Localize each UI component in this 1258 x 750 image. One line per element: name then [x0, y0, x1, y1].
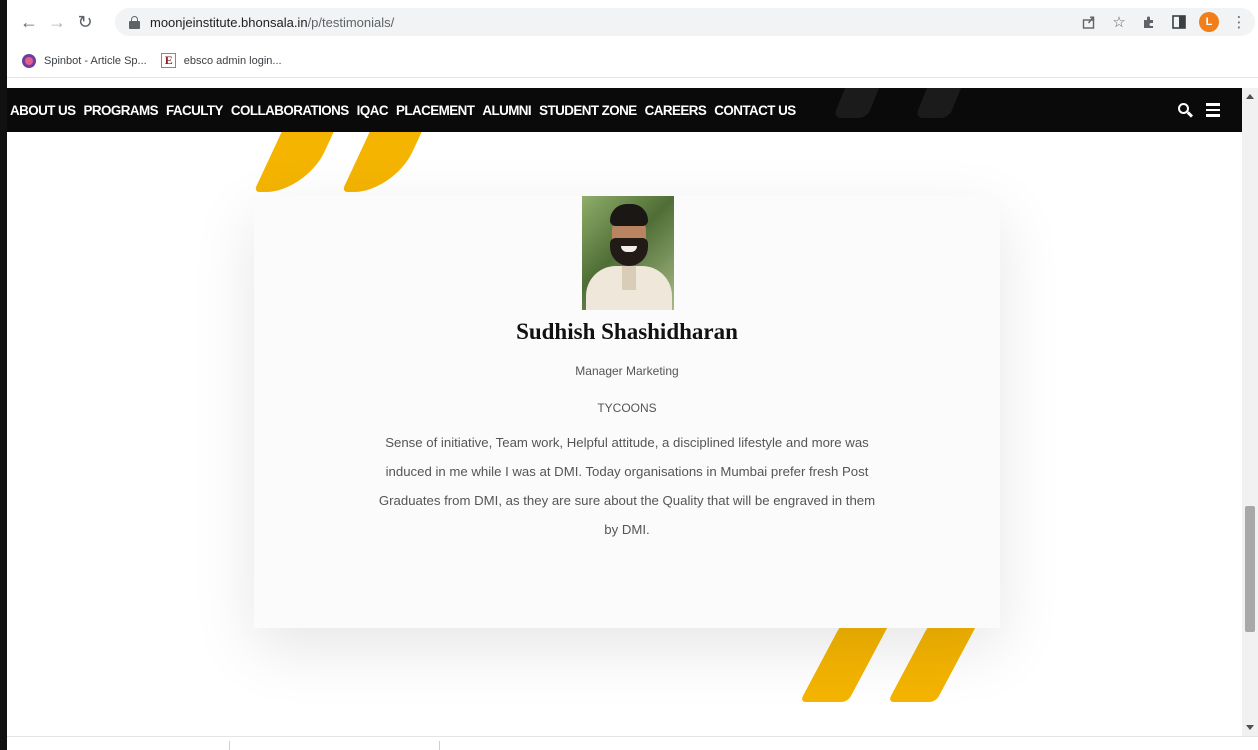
- person-name: Sudhish Shashidharan: [516, 319, 738, 344]
- nav-item-programs[interactable]: PROGRAMS: [84, 103, 159, 118]
- scrollbar-thumb[interactable]: [1245, 506, 1255, 632]
- url-path: /p/testimonials/: [307, 14, 395, 30]
- nav-item-student-zone[interactable]: STUDENT ZONE: [539, 103, 637, 118]
- bookmark-spinbot[interactable]: Spinbot - Article Sp...: [21, 53, 147, 69]
- testimonial-quote: Sense of initiative, Team work, Helpful …: [378, 435, 876, 537]
- person-role: Manager Marketing: [575, 364, 679, 378]
- ebsco-favicon-icon: E: [161, 53, 177, 69]
- divider: [229, 741, 230, 750]
- nav-item-collaborations[interactable]: COLLABORATIONS: [231, 103, 349, 118]
- decor-quote-shape: [914, 88, 970, 118]
- profile-initial: L: [1199, 12, 1219, 32]
- testimonial-section: Sudhish Shashidharan Manager Marketing T…: [7, 132, 1242, 736]
- open-quote-icon: [341, 132, 441, 192]
- back-arrow-icon[interactable]: ←: [15, 8, 43, 36]
- vertical-scrollbar[interactable]: [1242, 88, 1258, 736]
- forward-arrow-icon[interactable]: →: [43, 8, 71, 36]
- bookmark-star-icon[interactable]: ☆: [1106, 9, 1132, 35]
- extensions-puzzle-icon[interactable]: [1136, 9, 1162, 35]
- nav-item-contact-us[interactable]: CONTACT US: [714, 103, 796, 118]
- bookmarks-bar: Spinbot - Article Sp... E ebsco admin lo…: [7, 44, 1258, 78]
- url-text[interactable]: moonjeinstitute.bhonsala.in/p/testimonia…: [150, 15, 394, 30]
- divider: [439, 741, 440, 750]
- spinbot-favicon-icon: [21, 53, 37, 69]
- nav-item-alumni[interactable]: ALUMNI: [482, 103, 531, 118]
- bookmark-label: Spinbot - Article Sp...: [44, 54, 147, 67]
- person-company: TYCOONS: [597, 401, 657, 415]
- share-icon[interactable]: [1076, 9, 1102, 35]
- bookmark-ebsco[interactable]: E ebsco admin login...: [161, 53, 282, 69]
- bookmark-label: ebsco admin login...: [183, 54, 282, 67]
- open-quote-icon: [253, 132, 353, 192]
- reload-icon[interactable]: ↻: [71, 8, 99, 36]
- nav-item-about-us[interactable]: ABOUT US: [10, 103, 76, 118]
- scroll-up-arrow-icon[interactable]: [1246, 94, 1254, 99]
- more-menu-icon[interactable]: ⋮: [1226, 9, 1252, 35]
- site-navigation: ABOUT US PROGRAMS FACULTY COLLABORATIONS…: [7, 88, 1242, 132]
- nav-item-faculty[interactable]: FACULTY: [166, 103, 223, 118]
- hamburger-menu-icon[interactable]: [1204, 101, 1222, 119]
- scroll-down-arrow-icon[interactable]: [1246, 725, 1254, 730]
- nav-item-careers[interactable]: CAREERS: [645, 103, 707, 118]
- side-panel-icon[interactable]: [1166, 9, 1192, 35]
- person-photo: [582, 196, 674, 310]
- nav-item-iqac[interactable]: IQAC: [357, 103, 389, 118]
- url-host: moonjeinstitute.bhonsala.in: [150, 14, 308, 30]
- search-icon[interactable]: [1176, 101, 1194, 119]
- nav-item-placement[interactable]: PLACEMENT: [396, 103, 475, 118]
- window-edge: [0, 0, 7, 750]
- status-strip: [7, 736, 1258, 750]
- decor-quote-shape: [832, 88, 888, 118]
- lock-icon[interactable]: [129, 15, 140, 29]
- testimonial-card: Sudhish Shashidharan Manager Marketing T…: [254, 196, 1000, 628]
- browser-toolbar: ← → ↻ moonjeinstitute.bhonsala.in/p/test…: [7, 0, 1258, 44]
- profile-avatar[interactable]: L: [1196, 9, 1222, 35]
